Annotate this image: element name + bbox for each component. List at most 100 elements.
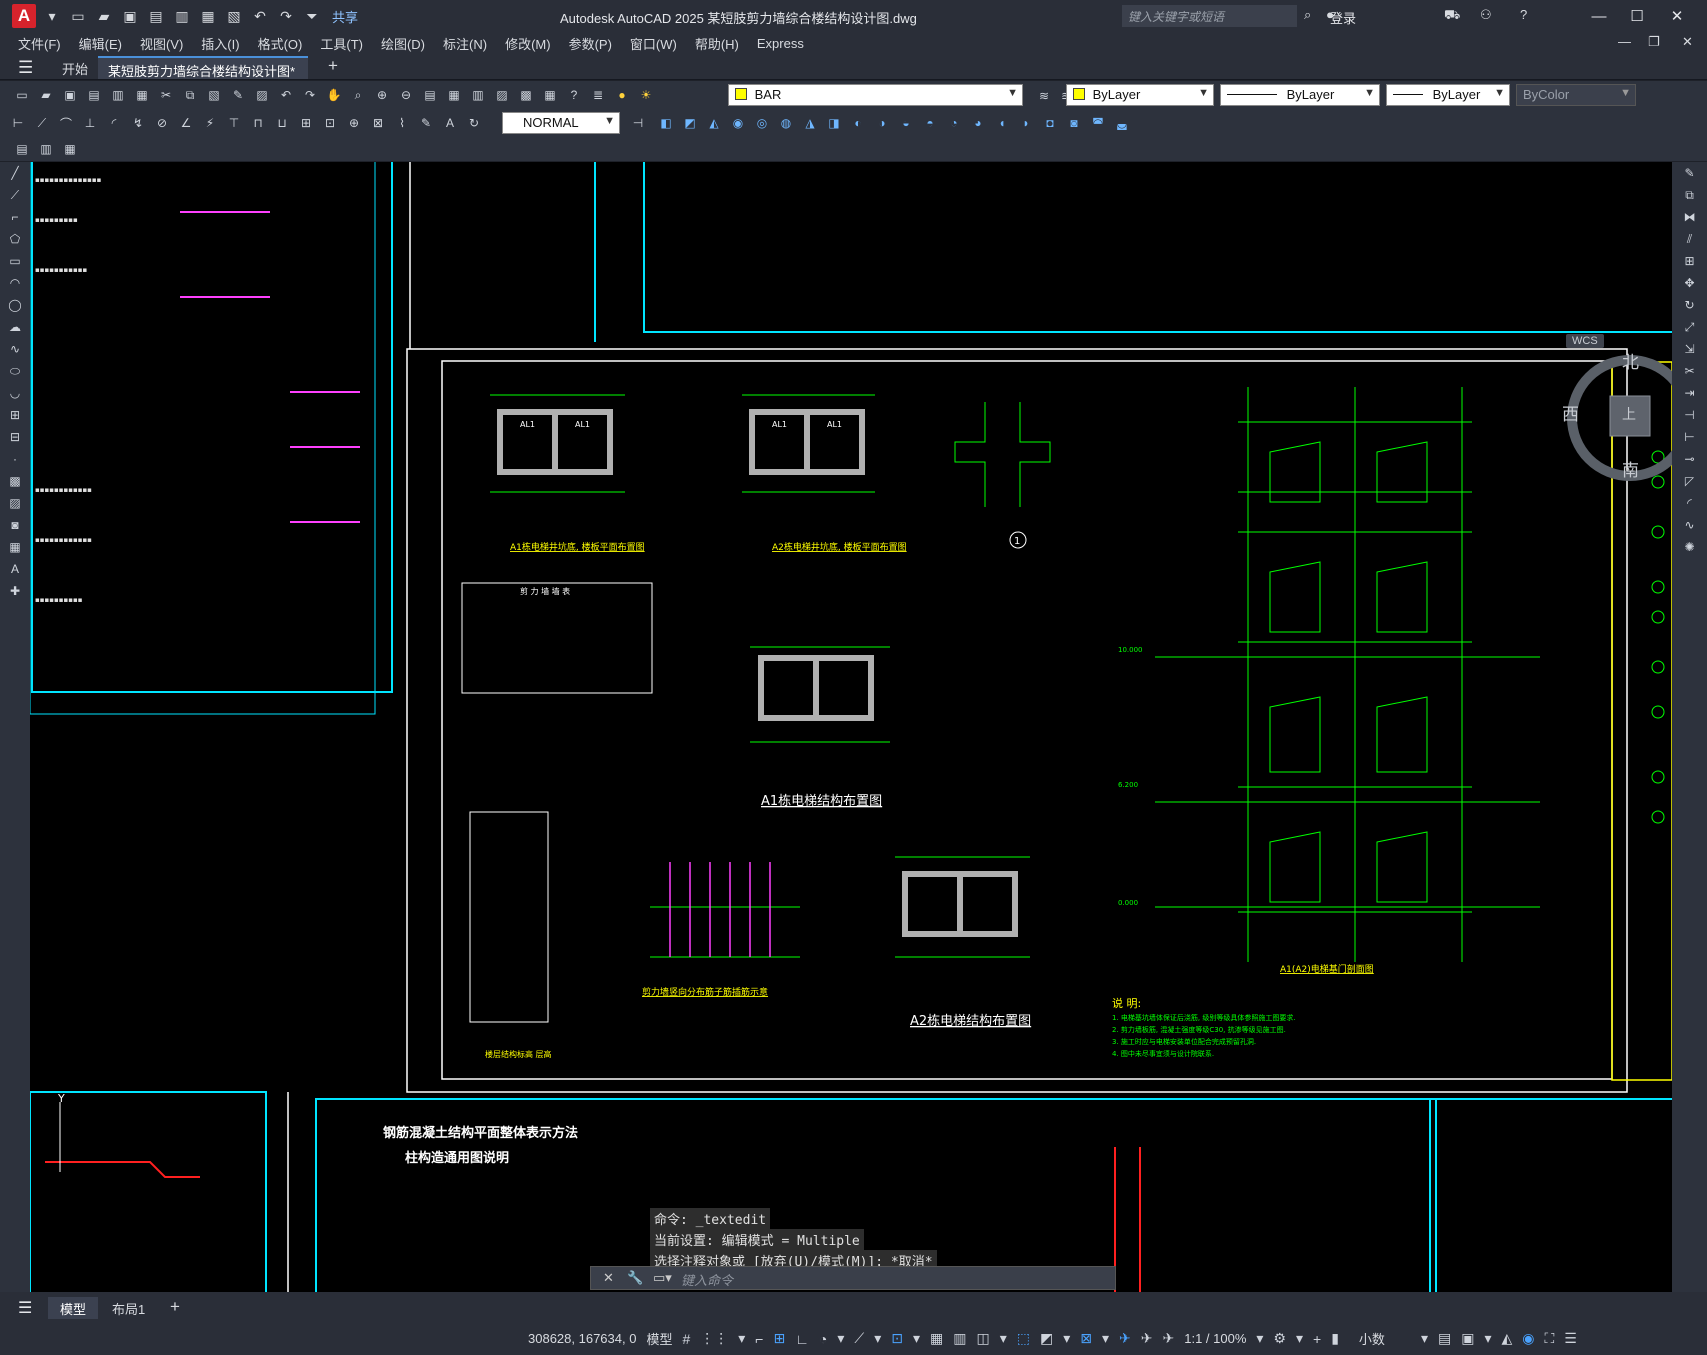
units-value[interactable]: 小数	[1359, 1329, 1385, 1348]
new-icon[interactable]: ▭	[12, 85, 32, 105]
chamfer-icon[interactable]: ◸	[1679, 474, 1701, 492]
maximize-button[interactable]: ☐	[1620, 4, 1654, 28]
search-icon[interactable]: ⌕	[1304, 7, 1311, 23]
attribute-manager-icon[interactable]: ▥	[36, 139, 56, 159]
grid-icon[interactable]: #	[682, 1331, 690, 1347]
array-icon[interactable]: ⊞	[1679, 254, 1701, 272]
thicken-icon[interactable]: ◗	[1016, 113, 1036, 133]
paste-icon[interactable]: ▧	[204, 85, 224, 105]
baseline-dim-icon[interactable]: ⊤	[224, 113, 244, 133]
minimize-button[interactable]: —	[1582, 4, 1616, 28]
tolerance-icon[interactable]: ⊡	[320, 113, 340, 133]
menu-parametric[interactable]: 参数(P)	[569, 34, 612, 53]
ellipse-icon[interactable]: ⬭	[4, 364, 26, 382]
copy-icon[interactable]: ⧉	[1679, 188, 1701, 206]
annotation-scale-icon[interactable]: ✈	[1163, 1330, 1175, 1347]
redo-icon[interactable]: ↷	[276, 6, 296, 26]
arc-length-icon[interactable]: ⌒	[56, 113, 76, 133]
transparency-icon[interactable]: ◫	[977, 1330, 990, 1347]
gear-icon[interactable]: ⚙	[1273, 1330, 1286, 1347]
dim-edit-icon[interactable]: ✎	[416, 113, 436, 133]
revision-cloud-icon[interactable]: ☁	[4, 320, 26, 338]
pan-icon[interactable]: ✋	[324, 85, 344, 105]
union-icon[interactable]: ◓	[920, 113, 940, 133]
mirror-icon[interactable]: ⧓	[1679, 210, 1701, 228]
web-mobile-save-icon[interactable]: ▦	[198, 6, 218, 26]
make-block-icon[interactable]: ⊟	[4, 430, 26, 448]
wrench-icon[interactable]: 🔧	[627, 1270, 643, 1286]
construction-line-icon[interactable]: ⟋	[4, 188, 26, 206]
chevron-down-icon[interactable]: ▾	[837, 1330, 844, 1347]
jogged-linear-icon[interactable]: ⌇	[392, 113, 412, 133]
annotation-visibility-icon[interactable]: ✈	[1119, 1330, 1131, 1347]
isometric-icon[interactable]: ⟋	[854, 1330, 864, 1347]
chevron-down-icon[interactable]: ▾	[738, 1330, 745, 1347]
hardware-acceleration-icon[interactable]: ◉	[1522, 1330, 1534, 1347]
lineweight-dropdown[interactable]: ByLayer ▼	[1386, 84, 1510, 106]
move-icon[interactable]: ✥	[1679, 276, 1701, 294]
loft-icon[interactable]: ◒	[896, 113, 916, 133]
units-icon[interactable]: ▮	[1331, 1330, 1339, 1347]
menu-edit[interactable]: 编辑(E)	[79, 34, 122, 53]
close-icon[interactable]: ✕	[603, 1270, 614, 1286]
new-tab-button[interactable]: +	[318, 56, 348, 79]
plot-icon[interactable]: ▧	[224, 6, 244, 26]
copy-icon[interactable]: ⧉	[180, 85, 200, 105]
tab-layout1[interactable]: 布局1	[100, 1297, 157, 1319]
block-attribute-icon[interactable]: ▦	[60, 139, 80, 159]
tab-start[interactable]: 开始	[52, 56, 98, 79]
annotation-autoscale-icon[interactable]: ✈	[1141, 1330, 1153, 1347]
undo-icon[interactable]: ↶	[250, 6, 270, 26]
3d-move-icon[interactable]: ◙	[1064, 113, 1084, 133]
save-icon[interactable]: ▣	[120, 6, 140, 26]
scale-icon[interactable]: ⤢	[1679, 320, 1701, 338]
isolate-objects-icon[interactable]: ◭	[1501, 1330, 1512, 1347]
add-selected-icon[interactable]: ✚	[4, 584, 26, 602]
zoom-previous-icon[interactable]: ⊖	[396, 85, 416, 105]
ucs-icon[interactable]: ⊠	[1080, 1330, 1092, 1347]
redo-icon[interactable]: ↷	[300, 85, 320, 105]
spline-icon[interactable]: ∿	[4, 342, 26, 360]
fillet-icon[interactable]: ◜	[1679, 496, 1701, 514]
add-layout-button[interactable]: +	[158, 1297, 192, 1319]
join-icon[interactable]: ⊸	[1679, 452, 1701, 470]
tab-document[interactable]: 某短肢剪力墙综合楼结构设计图* ✕	[98, 56, 308, 95]
insert-block-icon[interactable]: ⊞	[4, 408, 26, 426]
revolve-icon[interactable]: ◐	[848, 113, 868, 133]
rectangle-icon[interactable]: ▭	[4, 254, 26, 272]
point-icon[interactable]: ·	[4, 452, 26, 470]
blend-curves-icon[interactable]: ∿	[1679, 518, 1701, 536]
intersect-icon[interactable]: ◕	[968, 113, 988, 133]
table-icon[interactable]: ▦	[4, 540, 26, 558]
menu-format[interactable]: 格式(O)	[258, 34, 303, 53]
markup-icon[interactable]: ▩	[516, 85, 536, 105]
wcs-menu[interactable]: WCS	[1566, 334, 1604, 348]
compass-west[interactable]: 西	[1562, 400, 1579, 425]
share-button[interactable]: 共享	[332, 7, 358, 26]
angular-dim-icon[interactable]: ∠	[176, 113, 196, 133]
chevron-down-icon[interactable]: ▾	[1063, 1330, 1070, 1347]
annotation-scale[interactable]: 1:1 / 100%	[1184, 1331, 1246, 1346]
chevron-down-icon[interactable]: ▾	[1296, 1330, 1303, 1347]
slice-icon[interactable]: ◖	[992, 113, 1012, 133]
subtract-icon[interactable]: ◔	[944, 113, 964, 133]
login-button[interactable]: 登录	[1330, 8, 1356, 27]
dim-text-edit-icon[interactable]: A	[440, 113, 460, 133]
inspection-icon[interactable]: ⊠	[368, 113, 388, 133]
cone-icon[interactable]: ◭	[704, 113, 724, 133]
menu-express[interactable]: Express	[757, 36, 804, 51]
publish-icon[interactable]: ▦	[132, 85, 152, 105]
stretch-icon[interactable]: ⇲	[1679, 342, 1701, 360]
explode-icon[interactable]: ✺	[1679, 540, 1701, 558]
menu-modify[interactable]: 修改(M)	[505, 34, 551, 53]
save-icon[interactable]: ▣	[60, 85, 80, 105]
3d-align-icon[interactable]: ◛	[1112, 113, 1132, 133]
menu-icon[interactable]: ☰	[18, 1298, 32, 1318]
doc-minimize-button[interactable]: —	[1618, 34, 1631, 49]
extend-icon[interactable]: ⇥	[1679, 386, 1701, 404]
drawing-canvas[interactable]: ▪▪▪▪▪▪▪▪▪▪▪▪▪▪ ▪▪▪▪▪▪▪▪▪ ▪▪▪▪▪▪▪▪▪▪▪ ▪▪▪…	[30, 162, 1672, 1292]
3d-osnap-icon[interactable]: ◩	[1040, 1330, 1053, 1347]
gradient-icon[interactable]: ▨	[4, 496, 26, 514]
box-icon[interactable]: ◧	[656, 113, 676, 133]
selection-cycling-icon[interactable]: ⬚	[1017, 1330, 1030, 1347]
